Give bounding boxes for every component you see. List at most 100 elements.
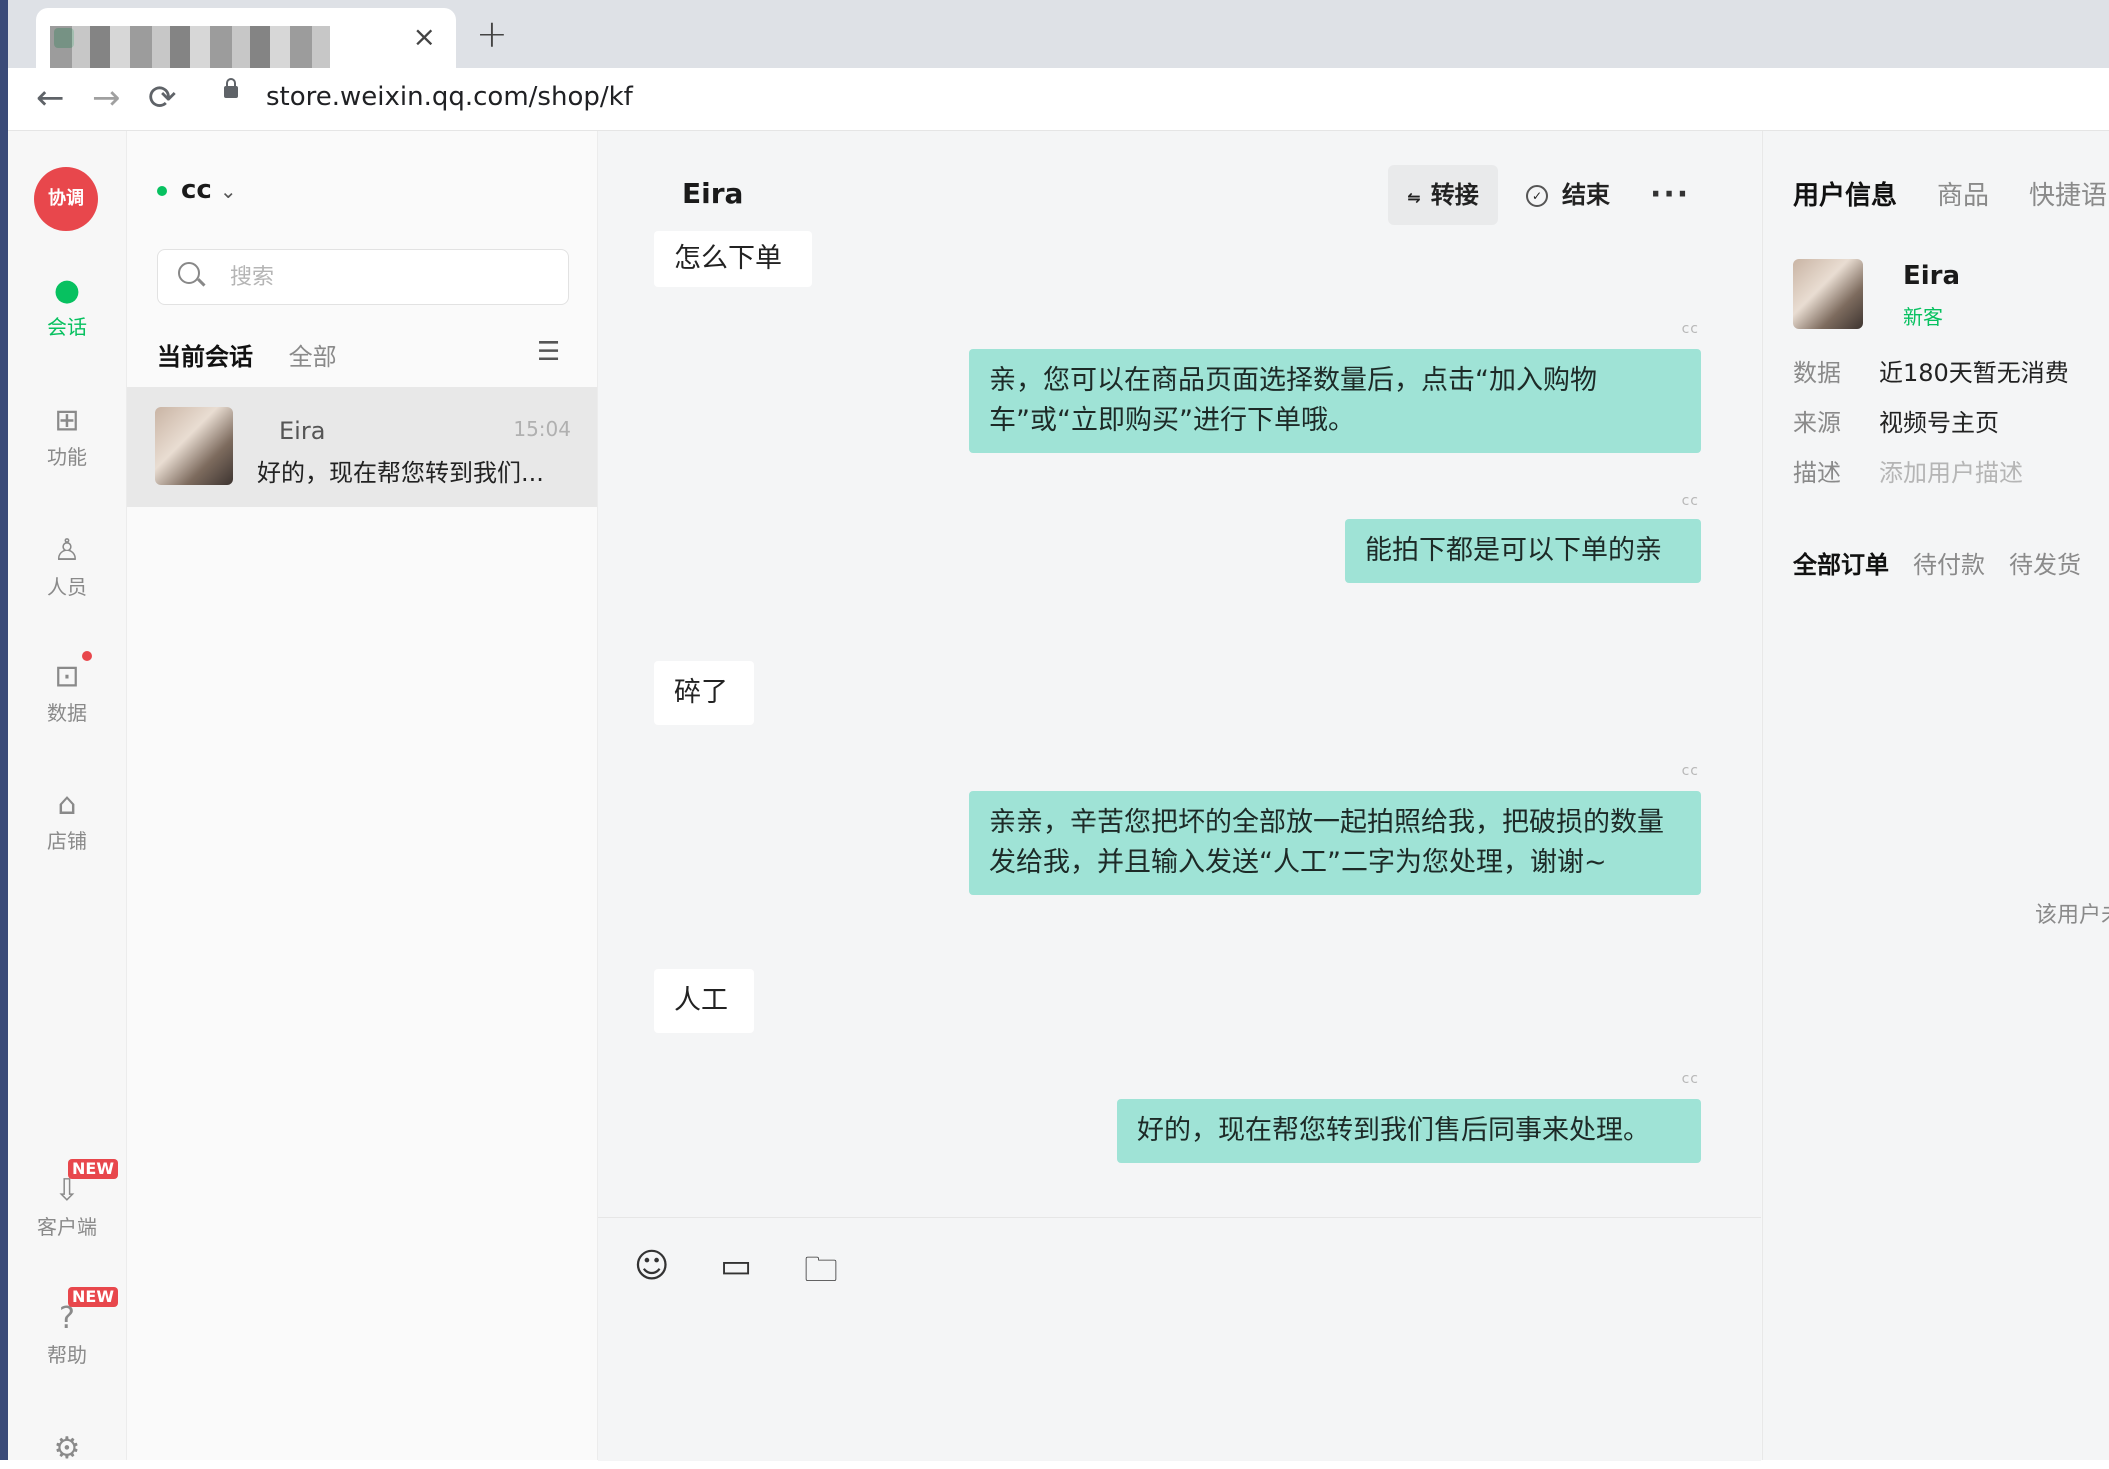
user-info-panel: 用户信息 商品 快捷语 Eira 新客 数据 近180天暂无消费 来源 视频号主页 描述… <box>1762 131 2109 1460</box>
chat-header: Eira ⇋ 转接 ✓ 结束 ··· <box>598 131 1761 225</box>
rail-item-help[interactable]: NEW ? 帮助 <box>8 1287 126 1368</box>
emoji-icon[interactable]: ☺ <box>634 1246 669 1286</box>
tab-pending-shipment[interactable]: 待发货 <box>2009 551 2081 579</box>
message-incoming: 碎了 <box>654 661 754 725</box>
user-tag: 新客 <box>1903 305 1943 329</box>
sender-tag: cc <box>1681 321 1699 337</box>
browser-tab-bar: × + <box>8 0 2109 74</box>
kf-app: 协调 ● 会话 ⊞ 功能 ♙ 人员 ⊡ 数据 ⌂ 店铺 NEW ⇩ 客户端 NE… <box>8 131 2109 1466</box>
agent-status-dropdown[interactable]: cc ⌄ <box>157 175 237 205</box>
search-icon <box>178 262 200 284</box>
field-key: 数据 <box>1793 359 1841 387</box>
message-outgoing: 能拍下都是可以下单的亲 <box>1345 519 1701 583</box>
order-tabs: 全部订单 待付款 待发货 <box>1793 545 2105 580</box>
message-outgoing: 好的，现在帮您转到我们售后同事来处理。 <box>1117 1099 1701 1163</box>
message-outgoing: 亲亲，辛苦您把坏的全部放一起拍照给我，把破损的数量发给我，并且输入发送“人工”二… <box>969 791 1701 895</box>
tab-current-sessions[interactable]: 当前会话 <box>157 343 253 371</box>
check-circle-icon: ✓ <box>1526 185 1548 207</box>
field-value: 近180天暂无消费 <box>1879 359 2069 387</box>
rail-item-label: 功能 <box>47 445 87 469</box>
screen: × + ← → ⟳ store.weixin.qq.com/shop/kf 协调… <box>0 0 2109 1466</box>
info-tabs: 用户信息 商品 快捷语 <box>1793 175 2109 212</box>
store-icon: ⌂ <box>57 787 77 822</box>
new-tab-icon[interactable]: + <box>476 12 508 56</box>
address-bar: ← → ⟳ store.weixin.qq.com/shop/kf <box>8 68 2109 131</box>
field-source: 来源 视频号主页 <box>1793 403 1999 438</box>
new-badge: NEW <box>68 1159 118 1179</box>
field-key: 描述 <box>1793 459 1841 487</box>
conversation-tabs: 当前会话 全部 <box>157 337 365 372</box>
transfer-button[interactable]: ⇋ 转接 <box>1388 165 1498 225</box>
chevron-down-icon: ⌄ <box>219 179 237 203</box>
rail-item-label: 人员 <box>47 575 87 599</box>
conversation-item[interactable]: Eira 15:04 好的，现在帮您转到我们... <box>127 387 597 507</box>
grid-icon: ⊞ <box>54 403 80 438</box>
tab-quick-replies[interactable]: 快捷语 <box>2029 181 2107 211</box>
back-arrow-icon[interactable]: ← <box>36 78 65 118</box>
online-dot-icon <box>157 185 167 196</box>
tab-products[interactable]: 商品 <box>1937 181 1989 211</box>
background-window-edge <box>0 0 8 1460</box>
chat-panel: Eira ⇋ 转接 ✓ 结束 ··· 怎么下单 cc 亲，您可以在商品页面选择数量后… <box>598 131 1761 1461</box>
rail-item-store[interactable]: ⌂ 店铺 <box>8 785 126 854</box>
rail-item-client[interactable]: NEW ⇩ 客户端 <box>8 1159 126 1240</box>
sender-tag: cc <box>1681 1071 1699 1087</box>
pixelated-tab-title <box>50 26 330 74</box>
tab-user-info[interactable]: 用户信息 <box>1793 181 1897 211</box>
image-icon[interactable]: ▭ <box>720 1246 752 1286</box>
gear-icon: ⚙ <box>53 1431 81 1466</box>
avatar <box>1793 259 1863 329</box>
transfer-label: 转接 <box>1430 181 1479 209</box>
transfer-icon: ⇋ <box>1407 188 1421 207</box>
conversation-time: 15:04 <box>513 417 571 441</box>
rail-item-label: 店铺 <box>47 829 87 853</box>
user-name: Eira <box>1903 261 1961 291</box>
rail-item-staff[interactable]: ♙ 人员 <box>8 531 126 600</box>
conversation-preview: 好的，现在帮您转到我们... <box>257 459 544 487</box>
sender-tag: cc <box>1681 493 1699 509</box>
field-key: 来源 <box>1793 409 1841 437</box>
folder-icon[interactable]: 🗀 <box>804 1246 838 1303</box>
conversation-name: Eira <box>279 417 326 445</box>
lock-icon[interactable] <box>224 78 238 98</box>
chat-bubble-icon: ● <box>53 273 81 308</box>
rail-item-label: 数据 <box>47 701 87 725</box>
url-text[interactable]: store.weixin.qq.com/shop/kf <box>266 82 633 112</box>
tab-all-orders[interactable]: 全部订单 <box>1793 551 1889 579</box>
search-box[interactable] <box>157 249 569 305</box>
notification-dot <box>82 651 92 661</box>
reload-icon[interactable]: ⟳ <box>148 78 177 118</box>
avatar <box>155 407 233 485</box>
more-options-icon[interactable]: ··· <box>1650 165 1690 225</box>
field-description[interactable]: 描述 添加用户描述 <box>1793 453 2023 488</box>
search-input[interactable] <box>228 260 552 294</box>
message-outgoing: 亲，您可以在商品页面选择数量后，点击“加入购物车”或“立即购买”进行下单哦。 <box>969 349 1701 453</box>
add-description-link[interactable]: 添加用户描述 <box>1879 459 2023 487</box>
rail-item-label: 客户端 <box>37 1215 97 1239</box>
shop-logo[interactable]: 协调 <box>34 167 98 231</box>
message-composer[interactable]: ☺ ▭ 🗀 <box>598 1217 1761 1461</box>
forward-arrow-icon[interactable]: → <box>92 78 121 118</box>
chat-title: Eira <box>682 177 744 210</box>
conversation-panel: cc ⌄ 当前会话 全部 ☰ Eira 15:04 好的，现在帮您转到我们... <box>127 131 598 1460</box>
message-incoming: 人工 <box>654 969 754 1033</box>
empty-orders-text: 该用户未 <box>2035 903 2109 928</box>
tab-all[interactable]: 全部 <box>289 343 337 371</box>
sort-icon[interactable]: ☰ <box>537 337 560 367</box>
rail-item-functions[interactable]: ⊞ 功能 <box>8 401 126 470</box>
field-value: 视频号主页 <box>1879 409 1999 437</box>
end-session-button[interactable]: ✓ 结束 <box>1526 165 1610 225</box>
tab-pending-payment[interactable]: 待付款 <box>1913 551 1985 579</box>
tab-close-icon[interactable]: × <box>413 20 436 53</box>
message-incoming: 怎么下单 <box>654 231 812 287</box>
rail-item-settings[interactable]: ⚙ <box>8 1429 126 1469</box>
rail-item-sessions[interactable]: ● 会话 <box>8 271 126 340</box>
rail-item-label: 帮助 <box>47 1343 87 1367</box>
browser-tab[interactable]: × <box>36 8 456 74</box>
new-badge: NEW <box>68 1287 118 1307</box>
nav-rail: 协调 ● 会话 ⊞ 功能 ♙ 人员 ⊡ 数据 ⌂ 店铺 NEW ⇩ 客户端 NE… <box>8 131 127 1466</box>
agent-name: cc <box>181 175 212 205</box>
user-list-icon: ♙ <box>53 533 81 568</box>
rail-item-data[interactable]: ⊡ 数据 <box>8 651 126 726</box>
sender-tag: cc <box>1681 763 1699 779</box>
